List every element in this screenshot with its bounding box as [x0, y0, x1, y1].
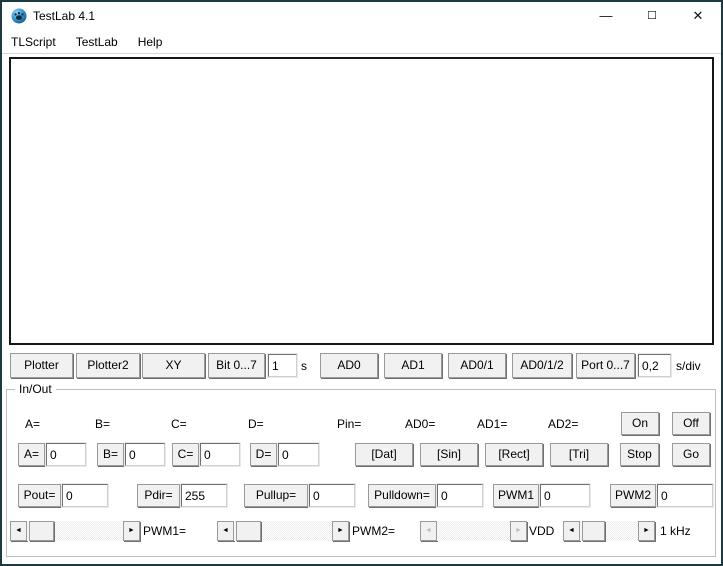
sdiv-unit-label: s/div — [676, 359, 701, 373]
freq-slider-label: 1 kHz — [660, 524, 691, 538]
window-title: TestLab 4.1 — [33, 2, 95, 30]
label-a: A= — [25, 417, 40, 431]
pullup-button[interactable]: Pullup= — [244, 484, 308, 507]
pwm1-slider[interactable]: ◄ ► — [10, 521, 140, 541]
pulldown-input[interactable] — [437, 484, 483, 507]
pout-input[interactable] — [62, 484, 108, 507]
scroll-left-icon[interactable]: ◄ — [563, 521, 580, 541]
ad0-button[interactable]: AD0 — [320, 353, 378, 378]
label-ad2: AD2= — [548, 417, 578, 431]
d-button[interactable]: D= — [250, 443, 277, 466]
inout-legend: In/Out — [15, 382, 56, 396]
c-button[interactable]: C= — [172, 443, 199, 466]
pwm2-button[interactable]: PWM2 — [610, 484, 656, 507]
plotter2-button[interactable]: Plotter2 — [76, 353, 140, 378]
pwm1-button[interactable]: PWM1 — [493, 484, 539, 507]
menu-tlscript[interactable]: TLScript — [2, 30, 66, 54]
vdd-slider: ◄ ► — [420, 521, 527, 541]
freq-slider-thumb[interactable] — [582, 521, 605, 541]
ad1-button[interactable]: AD1 — [384, 353, 442, 378]
scroll-right-icon[interactable]: ► — [332, 521, 349, 541]
menu-bar: TLScript TestLab Help — [2, 30, 721, 54]
minimize-icon[interactable]: — — [583, 2, 629, 30]
scroll-right-icon[interactable]: ► — [123, 521, 140, 541]
pwm1-slider-track[interactable] — [27, 521, 123, 541]
ad01-button[interactable]: AD0/1 — [448, 353, 506, 378]
scroll-left-icon[interactable]: ◄ — [217, 521, 234, 541]
freq-slider[interactable]: ◄ ► — [563, 521, 655, 541]
pullup-input[interactable] — [309, 484, 355, 507]
label-pin: Pin= — [337, 417, 361, 431]
close-icon[interactable]: ✕ — [675, 2, 721, 30]
b-input[interactable] — [125, 443, 165, 466]
label-ad1: AD1= — [477, 417, 507, 431]
d-input[interactable] — [278, 443, 319, 466]
sin-button[interactable]: [Sin] — [420, 443, 478, 466]
bit07-button[interactable]: Bit 0...7 — [208, 353, 265, 378]
pwm2-slider-label: PWM2= — [352, 524, 395, 538]
b-button[interactable]: B= — [97, 443, 124, 466]
label-c: C= — [171, 417, 187, 431]
xy-button[interactable]: XY — [142, 353, 205, 378]
plot-area — [9, 57, 714, 345]
dat-button[interactable]: [Dat] — [355, 443, 413, 466]
plotter-button[interactable]: Plotter — [10, 353, 73, 378]
pwm1-slider-thumb[interactable] — [29, 521, 54, 541]
maximize-icon[interactable]: ☐ — [629, 2, 675, 30]
pout-button[interactable]: Pout= — [18, 484, 61, 507]
menu-help[interactable]: Help — [128, 30, 173, 54]
scroll-right-icon[interactable]: ► — [638, 521, 655, 541]
vdd-slider-label: VDD — [529, 524, 554, 538]
go-button[interactable]: Go — [672, 443, 710, 466]
scroll-left-icon[interactable]: ◄ — [10, 521, 27, 541]
app-paw-icon — [11, 8, 27, 24]
pwm1-input[interactable] — [540, 484, 590, 507]
pwm2-input[interactable] — [657, 484, 713, 507]
menu-testlab[interactable]: TestLab — [66, 30, 128, 54]
off-button[interactable]: Off — [672, 412, 710, 435]
c-input[interactable] — [200, 443, 240, 466]
scroll-right-icon: ► — [510, 521, 527, 541]
interval-unit-label: s — [301, 359, 307, 373]
pdir-button[interactable]: Pdir= — [137, 484, 180, 507]
pwm2-slider-track[interactable] — [234, 521, 332, 541]
scroll-left-icon: ◄ — [420, 521, 437, 541]
a-button[interactable]: A= — [18, 443, 45, 466]
a-input[interactable] — [46, 443, 86, 466]
testlab-window: TestLab 4.1 — ☐ ✕ TLScript TestLab Help … — [0, 0, 723, 566]
inout-groupbox: In/Out A= B= C= D= Pin= AD0= AD1= AD2= O… — [6, 389, 716, 557]
pwm2-slider[interactable]: ◄ ► — [217, 521, 349, 541]
sdiv-input[interactable] — [638, 354, 671, 377]
port07-button[interactable]: Port 0...7 — [576, 353, 635, 378]
label-ad0: AD0= — [405, 417, 435, 431]
stop-button[interactable]: Stop — [620, 443, 659, 466]
ad012-button[interactable]: AD0/1/2 — [512, 353, 572, 378]
pdir-input[interactable] — [181, 484, 227, 507]
on-button[interactable]: On — [621, 412, 659, 435]
tri-button[interactable]: [Tri] — [550, 443, 608, 466]
label-d: D= — [248, 417, 264, 431]
pwm1-slider-label: PWM1= — [143, 524, 186, 538]
rect-button[interactable]: [Rect] — [485, 443, 543, 466]
title-bar: TestLab 4.1 — ☐ ✕ — [2, 2, 721, 30]
pulldown-button[interactable]: Pulldown= — [368, 484, 436, 507]
interval-input[interactable] — [268, 354, 297, 377]
freq-slider-track[interactable] — [580, 521, 638, 541]
label-b: B= — [95, 417, 110, 431]
pwm2-slider-thumb[interactable] — [236, 521, 261, 541]
vdd-slider-track — [437, 521, 510, 541]
